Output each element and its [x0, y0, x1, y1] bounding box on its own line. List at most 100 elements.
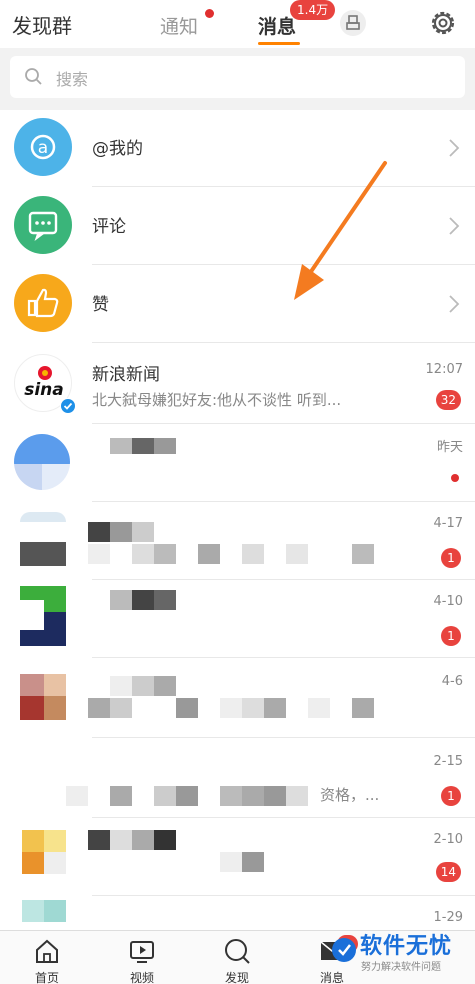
avatar	[22, 852, 44, 874]
blurred-text	[154, 544, 176, 564]
conversation-time: 1-29	[433, 910, 463, 925]
gear-icon[interactable]	[428, 8, 458, 38]
nav-label: 视频	[129, 971, 154, 984]
conversation-time: 2-10	[433, 832, 463, 847]
list-item-label: @我的	[92, 139, 143, 159]
unread-count-badge: 1	[441, 626, 461, 646]
tab-notifications[interactable]: 通知	[160, 12, 198, 39]
discover-icon	[225, 939, 250, 964]
nav-label: 发现	[224, 971, 249, 984]
chevron-right-icon	[449, 139, 460, 157]
blurred-text	[176, 698, 198, 718]
blurred-text	[352, 698, 374, 718]
nav-label: 消息	[319, 971, 344, 984]
discover-groups-button[interactable]: 发现群	[12, 10, 72, 39]
at-icon: a	[14, 118, 72, 176]
blurred-text	[242, 698, 264, 718]
blurred-text	[110, 438, 132, 454]
avatar	[44, 612, 66, 646]
avatar	[20, 696, 44, 720]
blurred-text	[88, 698, 110, 718]
blurred-text	[66, 786, 88, 806]
blurred-text	[110, 590, 132, 610]
list-item-comments[interactable]: 评论	[0, 188, 475, 266]
blurred-text	[154, 830, 176, 850]
blurred-text	[88, 830, 110, 850]
list-item-at-me[interactable]: a @我的	[0, 110, 475, 188]
annotation-arrow	[294, 161, 387, 300]
avatar	[14, 434, 70, 490]
blurred-text	[242, 544, 264, 564]
blurred-text	[110, 830, 132, 850]
blurred-text	[220, 698, 242, 718]
blurred-text	[154, 438, 176, 454]
avatar	[44, 696, 66, 720]
thumbs-up-icon	[14, 274, 72, 332]
watermark-logo-icon	[332, 938, 356, 962]
conversation-time: 4-17	[433, 516, 463, 531]
conversation-time: 4-6	[441, 674, 463, 689]
conversation-row[interactable]: sina 新浪新闻 北大弑母嫌犯好友:他从不谈性 听到... 12:07 32	[0, 344, 475, 424]
conversation-row[interactable]: 1-29	[0, 896, 475, 930]
blurred-text	[154, 590, 176, 610]
notification-dot	[205, 9, 214, 18]
blurred-text	[154, 786, 176, 806]
conversation-name: 新浪新闻	[92, 365, 160, 385]
unread-count-badge: 1	[441, 786, 461, 806]
blurred-text	[242, 786, 264, 806]
conversation-time: 4-10	[433, 594, 463, 609]
blurred-text	[132, 676, 154, 696]
search-input[interactable]: 搜索	[10, 56, 465, 98]
blurred-text	[132, 544, 154, 564]
chevron-right-icon	[449, 217, 460, 235]
blurred-text	[132, 830, 154, 850]
conversation-row[interactable]: 4-10 1	[0, 580, 475, 658]
blurred-text	[308, 698, 330, 718]
search-placeholder: 搜索	[56, 70, 89, 89]
svg-text:sina: sina	[24, 380, 64, 400]
clear-unread-icon[interactable]	[340, 10, 366, 36]
blurred-text	[286, 786, 308, 806]
divider	[92, 342, 475, 343]
messages-badge: 1.4万	[290, 0, 336, 20]
blurred-text	[132, 590, 154, 610]
unread-count-badge: 1	[441, 548, 461, 568]
conversation-row[interactable]: 昨天	[0, 424, 475, 502]
tab-messages[interactable]: 消息	[258, 12, 296, 39]
conversation-row[interactable]: 2-10 14	[0, 818, 475, 896]
search-area: 搜索	[0, 48, 475, 110]
blurred-text	[88, 544, 110, 564]
search-icon	[25, 68, 42, 85]
blurred-text	[88, 522, 110, 542]
watermark-subtitle: 努力解决软件问题	[361, 962, 441, 973]
unread-count-badge: 14	[435, 862, 461, 882]
avatar	[44, 900, 66, 922]
avatar	[20, 512, 66, 522]
conversation-time: 12:07	[425, 362, 463, 377]
verified-badge-icon	[60, 398, 76, 414]
conversation-preview: 北大弑母嫌犯好友:他从不谈性 听到...	[92, 391, 342, 409]
blurred-text	[176, 786, 198, 806]
svg-text:a: a	[38, 138, 48, 158]
conversation-row[interactable]: 4-6	[0, 658, 475, 738]
blurred-text	[242, 852, 264, 872]
unread-dot	[451, 474, 459, 482]
conversation-time: 2-15	[433, 754, 463, 769]
blurred-text	[352, 544, 374, 564]
comment-icon	[14, 196, 72, 254]
avatar	[20, 586, 66, 600]
conversation-time: 昨天	[436, 440, 463, 455]
avatar	[22, 900, 44, 922]
avatar	[44, 852, 66, 874]
watermark-title: 软件无忧	[360, 934, 453, 959]
top-bar: 发现群 通知 消息 1.4万	[0, 0, 475, 48]
list-item-likes[interactable]: 赞	[0, 266, 475, 344]
blurred-text	[154, 676, 176, 696]
blurred-text	[132, 438, 154, 454]
avatar	[20, 630, 44, 646]
conversation-row[interactable]: 4-17 1	[0, 502, 475, 580]
blurred-text	[132, 522, 154, 542]
conversation-row[interactable]: 资格，... 2-15 1	[0, 738, 475, 818]
avatar	[22, 830, 44, 852]
avatar	[20, 674, 44, 696]
